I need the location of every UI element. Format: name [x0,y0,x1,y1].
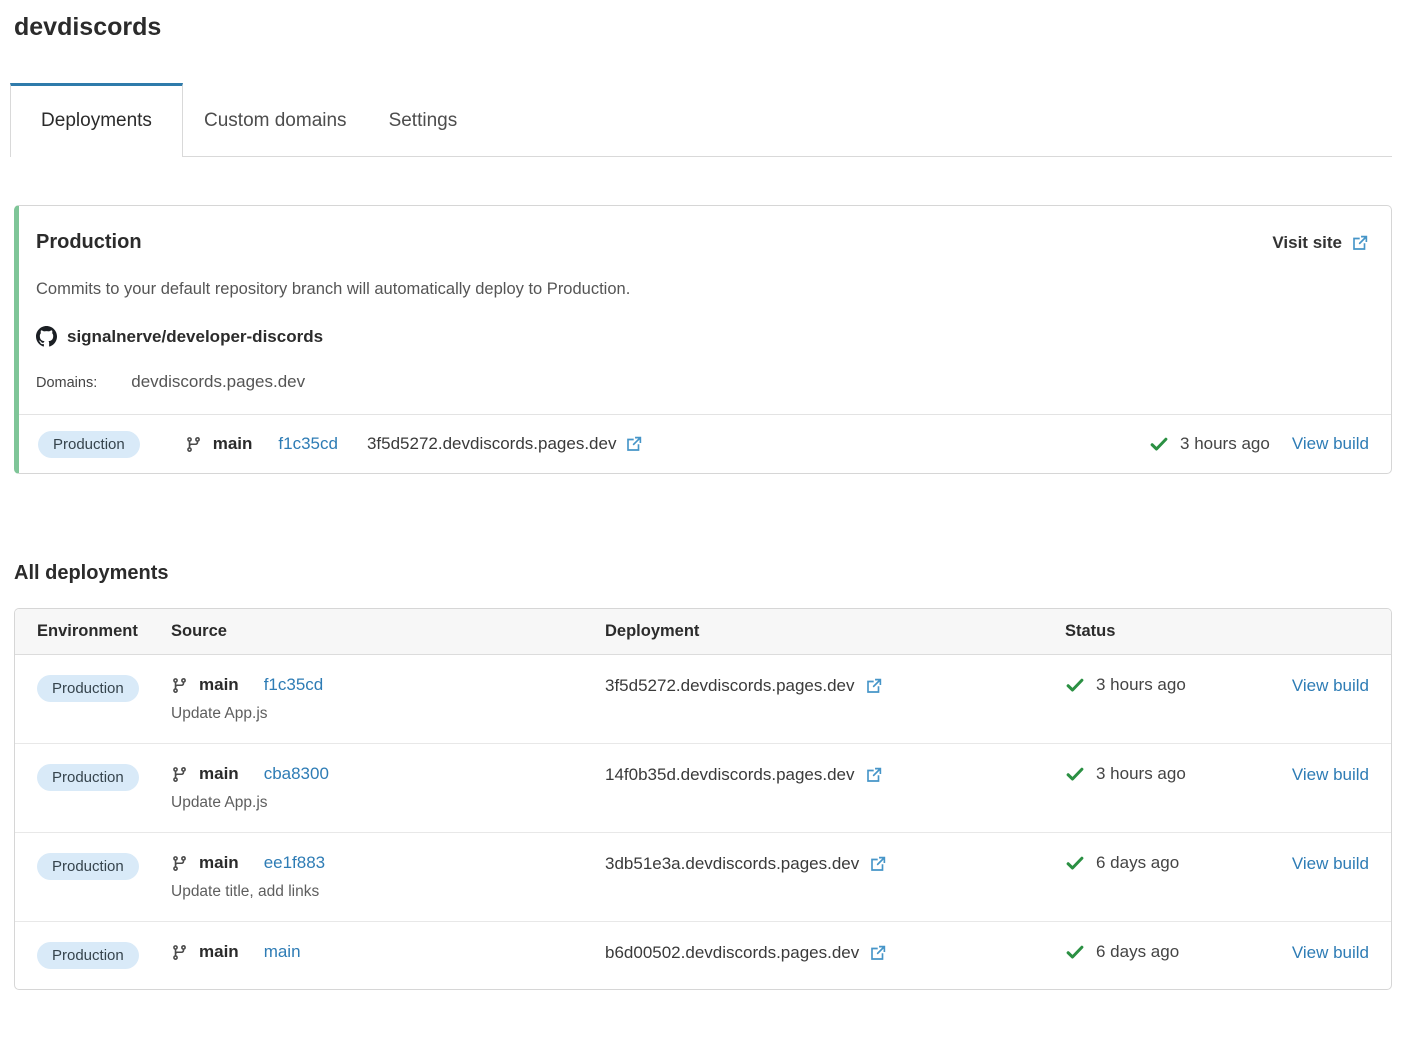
git-branch-icon [185,435,202,454]
view-build-link[interactable]: View build [1292,943,1369,962]
domains-line: Domains: devdiscords.pages.dev [36,372,1369,392]
environment-badge: Production [37,853,139,880]
page-title: devdiscords [14,13,1392,42]
tab-settings[interactable]: Settings [368,83,479,156]
visit-site-link[interactable]: Visit site [1272,233,1369,253]
external-link-icon[interactable] [869,855,887,873]
tab-bar: Deployments Custom domains Settings [14,83,1392,157]
view-build-link[interactable]: View build [1292,854,1369,873]
table-row: Production main cba8300 Update App.js 14… [15,743,1391,832]
check-icon [1065,764,1085,784]
view-build-link[interactable]: View build [1292,434,1369,454]
deployments-table: Environment Source Deployment Status Pro… [14,608,1392,990]
external-link-icon[interactable] [625,435,643,453]
table-row: Production main ee1f883 Update title, ad… [15,832,1391,921]
domains-label: Domains: [36,375,97,391]
branch-name: main [213,434,253,454]
production-card: Production Visit site Commits to your de… [14,205,1392,474]
environment-badge: Production [37,942,139,969]
column-header-deployment: Deployment [605,622,1065,641]
deployment-url: 3f5d5272.devdiscords.pages.dev [605,676,855,696]
github-icon [36,326,57,347]
git-branch-icon [171,943,188,962]
view-build-link[interactable]: View build [1292,676,1369,695]
tab-deployments[interactable]: Deployments [10,83,183,157]
external-link-icon [1351,234,1369,252]
column-header-environment: Environment [37,622,171,641]
commit-link[interactable]: cba8300 [264,764,329,784]
commit-message: Update App.js [171,794,605,812]
status-time: 3 hours ago [1096,764,1186,784]
pages-project-page: devdiscords Deployments Custom domains S… [0,13,1413,1010]
status-time: 3 hours ago [1180,434,1270,454]
domains-value: devdiscords.pages.dev [131,372,305,392]
branch-name: main [199,675,239,695]
git-branch-icon [171,765,188,784]
production-card-title: Production [36,231,142,254]
check-icon [1149,434,1169,454]
commit-link[interactable]: f1c35cd [264,675,324,695]
view-build-link[interactable]: View build [1292,765,1369,784]
external-link-icon[interactable] [865,766,883,784]
branch-name: main [199,942,239,962]
environment-badge: Production [37,675,139,702]
commit-message: Update App.js [171,705,605,723]
commit-link[interactable]: f1c35cd [278,434,338,454]
deployment-url: b6d00502.devdiscords.pages.dev [605,943,859,963]
column-header-status: Status [1065,622,1284,641]
git-branch-icon [171,676,188,695]
table-row: Production main f1c35cd Update App.js 3f… [15,655,1391,743]
check-icon [1065,675,1085,695]
git-branch-icon [171,854,188,873]
column-header-source: Source [171,622,605,641]
table-row: Production main main b6d00502.devdiscord… [15,921,1391,989]
check-icon [1065,853,1085,873]
environment-badge: Production [38,431,140,458]
external-link-icon[interactable] [869,944,887,962]
status-time: 3 hours ago [1096,675,1186,695]
check-icon [1065,942,1085,962]
visit-site-label: Visit site [1272,233,1342,253]
table-header-row: Environment Source Deployment Status [15,609,1391,655]
production-deployment-row: Production main f1c35cd 3f5d5272.devdisc… [19,414,1391,473]
status-time: 6 days ago [1096,853,1179,873]
commit-link[interactable]: main [264,942,301,962]
branch-name: main [199,853,239,873]
status-time: 6 days ago [1096,942,1179,962]
repository-name: signalnerve/developer-discords [67,327,323,347]
deployment-url: 3f5d5272.devdiscords.pages.dev [367,434,617,454]
commit-message: Update title, add links [171,883,605,901]
commit-link[interactable]: ee1f883 [264,853,325,873]
environment-badge: Production [37,764,139,791]
production-description: Commits to your default repository branc… [36,280,1369,299]
repository-line: signalnerve/developer-discords [36,326,1369,347]
external-link-icon[interactable] [865,677,883,695]
branch-name: main [199,764,239,784]
tab-custom-domains[interactable]: Custom domains [183,83,368,156]
deployment-url: 3db51e3a.devdiscords.pages.dev [605,854,859,874]
deployment-url: 14f0b35d.devdiscords.pages.dev [605,765,855,785]
all-deployments-title: All deployments [14,562,1392,585]
